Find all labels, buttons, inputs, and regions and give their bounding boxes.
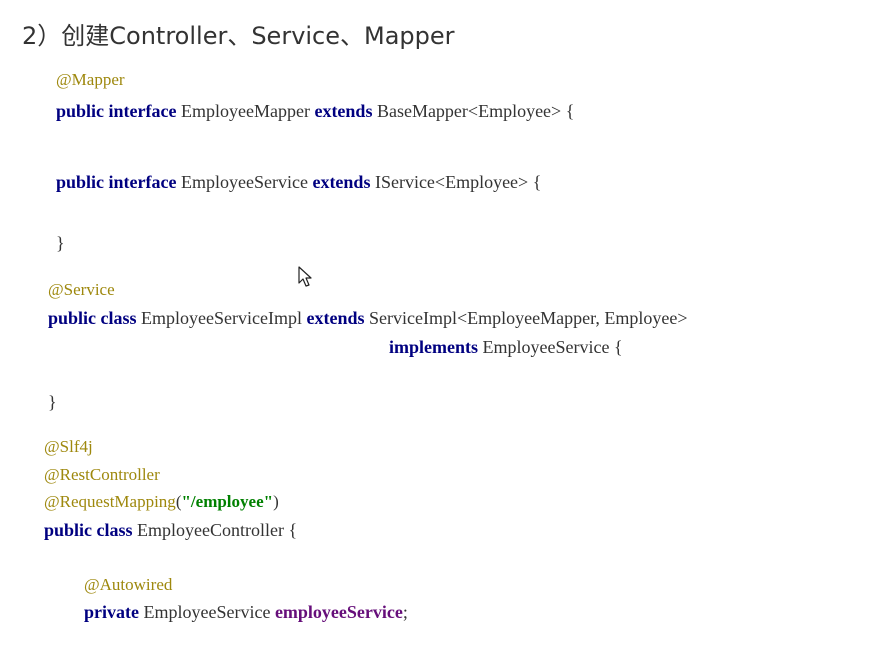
service-field-line: private EmployeeService employeeService; [84, 602, 408, 622]
service-impl-line: public class EmployeeServiceImpl extends… [48, 308, 687, 328]
service-annotation: @Service [48, 280, 115, 299]
service-close-brace: } [56, 233, 65, 253]
slf4j-annotation: @Slf4j [44, 437, 93, 456]
mapper-annotation: @Mapper [56, 70, 125, 89]
keyword: private [84, 602, 139, 622]
interface-name: EmployeeMapper [181, 101, 310, 121]
service-impl-implements-line: implements EmployeeService { [389, 337, 623, 357]
class-signature: EmployeeController { [137, 520, 298, 540]
section-heading: 2）创建Controller、Service、Mapper [22, 22, 455, 50]
annotation-name: @RequestMapping [44, 492, 176, 511]
keyword: class [96, 520, 133, 540]
field-name: employeeService [274, 602, 403, 622]
interface-name: EmployeeService [181, 172, 308, 192]
requestmapping-annotation: @RequestMapping("/employee") [44, 492, 279, 512]
type-signature: IService<Employee> { [374, 172, 542, 192]
type-signature: ServiceImpl<EmployeeMapper, Employee> [368, 308, 688, 328]
type-signature: EmployeeService { [482, 337, 623, 357]
service-impl-close-brace: } [48, 392, 57, 412]
keyword: extends [312, 172, 371, 192]
keyword: implements [389, 337, 478, 357]
controller-class-line: public class EmployeeController { [44, 520, 297, 540]
mouse-pointer-icon [298, 266, 312, 287]
service-interface-line: public interface EmployeeService extends… [56, 172, 541, 192]
keyword: interface [108, 172, 177, 192]
string-literal: "/employee" [181, 492, 274, 511]
keyword: public [56, 172, 105, 192]
keyword: interface [108, 101, 177, 121]
restcontroller-annotation: @RestController [44, 465, 160, 484]
type-signature: BaseMapper<Employee> { [376, 101, 575, 121]
keyword: class [100, 308, 137, 328]
mapper-interface-line: public interface EmployeeMapper extends … [56, 101, 574, 121]
paren-close: ) [273, 492, 279, 511]
field-type: EmployeeService [143, 602, 271, 622]
class-name: EmployeeServiceImpl [141, 308, 302, 328]
keyword: public [44, 520, 93, 540]
keyword: extends [314, 101, 373, 121]
semicolon: ; [402, 602, 408, 622]
keyword: extends [306, 308, 365, 328]
autowired-annotation: @Autowired [84, 575, 173, 594]
keyword: public [56, 101, 105, 121]
keyword: public [48, 308, 97, 328]
